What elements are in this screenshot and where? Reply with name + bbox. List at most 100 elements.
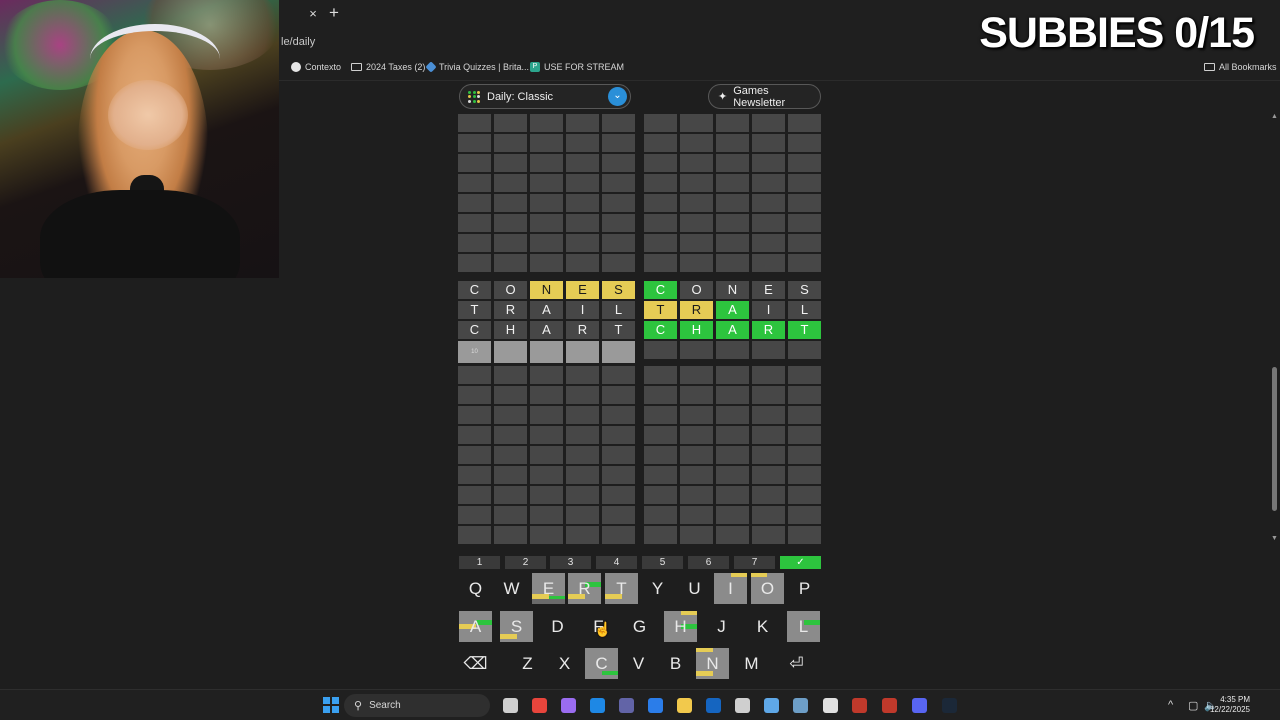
key-a[interactable]: A bbox=[459, 611, 492, 642]
chrome-icon[interactable] bbox=[532, 698, 547, 713]
chevron-down-icon[interactable]: ⌄ bbox=[608, 87, 627, 106]
steam-icon[interactable] bbox=[942, 698, 957, 713]
board-check-button[interactable]: ✓ bbox=[780, 556, 821, 569]
key-k[interactable]: K bbox=[746, 611, 779, 642]
key-label: Z bbox=[522, 654, 533, 673]
scroll-up-icon[interactable]: ▲ bbox=[1271, 113, 1278, 120]
office-icon[interactable] bbox=[764, 698, 779, 713]
bookmark-trivia[interactable]: Trivia Quizzes | Brita... bbox=[425, 61, 530, 73]
key-r[interactable]: R bbox=[568, 573, 601, 604]
board-button-6[interactable]: 6 bbox=[688, 556, 729, 569]
left-board-empty-cell bbox=[458, 114, 491, 132]
bookmark-contexto[interactable]: Contexto bbox=[291, 62, 341, 72]
key-o[interactable]: O bbox=[751, 573, 784, 604]
key-j[interactable]: J bbox=[705, 611, 738, 642]
board-button-4[interactable]: 4 bbox=[596, 556, 637, 569]
left-board-empty-cell bbox=[458, 446, 491, 464]
left-board-empty-cell bbox=[458, 214, 491, 232]
key-label: V bbox=[632, 654, 645, 673]
copilot-icon[interactable] bbox=[561, 698, 576, 713]
key-g[interactable]: G bbox=[623, 611, 656, 642]
key-m[interactable]: M bbox=[735, 648, 768, 679]
key-t[interactable]: T bbox=[605, 573, 638, 604]
newsletter-icon: ✦ bbox=[718, 91, 728, 103]
teams-icon[interactable] bbox=[619, 698, 634, 713]
calculator-icon[interactable] bbox=[735, 698, 750, 713]
key-h[interactable]: H bbox=[664, 611, 697, 642]
mail-icon[interactable] bbox=[706, 698, 721, 713]
bookmark-label: USE FOR STREAM bbox=[544, 62, 625, 72]
scroll-down-icon[interactable]: ▼ bbox=[1271, 535, 1278, 542]
key-v[interactable]: V bbox=[622, 648, 655, 679]
taskbar-search[interactable]: ⚲ Search bbox=[344, 694, 490, 717]
newsletter-button[interactable]: ✦ Games Newsletter bbox=[708, 84, 821, 109]
left-board-empty-cell bbox=[530, 486, 563, 504]
key-label: ⏎ bbox=[789, 654, 804, 673]
key-label: G bbox=[632, 617, 647, 636]
right-board-empty-cell bbox=[680, 234, 713, 252]
close-tab-icon[interactable]: × bbox=[305, 6, 321, 21]
windows-start-icon[interactable] bbox=[323, 697, 339, 713]
bookmark-taxes-folder[interactable]: 2024 Taxes (2) bbox=[351, 62, 425, 72]
photos-icon[interactable] bbox=[793, 698, 808, 713]
url-text[interactable]: le/daily bbox=[281, 36, 315, 48]
app-icon[interactable] bbox=[852, 698, 867, 713]
left-board-empty-cell bbox=[458, 134, 491, 152]
edge-icon[interactable] bbox=[590, 698, 605, 713]
key-l[interactable]: L bbox=[787, 611, 820, 642]
board-button-2[interactable]: 2 bbox=[505, 556, 546, 569]
mode-selector[interactable]: Daily: Classic ⌄ bbox=[459, 84, 631, 109]
left-board-empty-cell bbox=[530, 386, 563, 404]
screen: × + le/daily Contexto 2024 Taxes (2) Tri… bbox=[0, 0, 1280, 720]
board-button-7[interactable]: 7 bbox=[734, 556, 775, 569]
right-board-empty-cell bbox=[752, 234, 785, 252]
key-w[interactable]: W bbox=[495, 573, 528, 604]
board-button-3[interactable]: 3 bbox=[550, 556, 591, 569]
file-explorer-icon[interactable] bbox=[677, 698, 692, 713]
new-tab-icon[interactable]: + bbox=[329, 3, 339, 23]
left-board-letter-cell: I bbox=[566, 301, 599, 319]
terminal-icon[interactable] bbox=[823, 698, 838, 713]
right-board-empty-cell bbox=[716, 446, 749, 464]
key-z[interactable]: Z bbox=[511, 648, 544, 679]
key-b[interactable]: B bbox=[659, 648, 692, 679]
discord-icon[interactable] bbox=[912, 698, 927, 713]
key-q[interactable]: Q bbox=[459, 573, 492, 604]
all-bookmarks-button[interactable]: All Bookmarks bbox=[1204, 62, 1277, 72]
right-board-letter-cell: L bbox=[788, 301, 821, 319]
enter-key[interactable]: ⏎ bbox=[780, 648, 813, 679]
left-board-empty-cell bbox=[602, 486, 635, 504]
right-board-empty-cell bbox=[716, 114, 749, 132]
key-e[interactable]: E bbox=[532, 573, 565, 604]
left-board-empty-cell bbox=[494, 526, 527, 544]
store-icon[interactable] bbox=[648, 698, 663, 713]
left-board-empty-cell bbox=[566, 426, 599, 444]
left-board-empty-cell bbox=[602, 174, 635, 192]
bookmark-use-for-stream[interactable]: P USE FOR STREAM bbox=[530, 62, 624, 72]
key-s[interactable]: S bbox=[500, 611, 533, 642]
right-board-empty-cell bbox=[716, 154, 749, 172]
left-board-empty-cell bbox=[494, 366, 527, 384]
network-icon[interactable]: ▢ bbox=[1188, 699, 1198, 712]
key-x[interactable]: X bbox=[548, 648, 581, 679]
clock[interactable]: 4:35 PM 12/22/2025 bbox=[1210, 695, 1250, 715]
bookmark-label: Trivia Quizzes | Brita... bbox=[439, 62, 530, 72]
key-c[interactable]: C bbox=[585, 648, 618, 679]
key-n[interactable]: N bbox=[696, 648, 729, 679]
right-board-empty-cell bbox=[752, 466, 785, 484]
backspace-key[interactable]: ⌫ bbox=[459, 648, 492, 679]
board-button-5[interactable]: 5 bbox=[642, 556, 683, 569]
key-y[interactable]: Y bbox=[641, 573, 674, 604]
board-button-1[interactable]: 1 bbox=[459, 556, 500, 569]
page-scrollbar[interactable]: ▲ ▼ bbox=[1269, 113, 1280, 544]
game-icon[interactable] bbox=[882, 698, 897, 713]
key-d[interactable]: D bbox=[541, 611, 574, 642]
scroll-thumb[interactable] bbox=[1272, 367, 1277, 511]
right-board-empty-cell bbox=[644, 486, 677, 504]
key-i[interactable]: I bbox=[714, 573, 747, 604]
key-u[interactable]: U bbox=[678, 573, 711, 604]
task-view-icon[interactable] bbox=[503, 698, 518, 713]
tray-overflow-icon[interactable]: ^ bbox=[1168, 699, 1173, 711]
right-board-empty-cell bbox=[644, 446, 677, 464]
key-p[interactable]: P bbox=[788, 573, 821, 604]
